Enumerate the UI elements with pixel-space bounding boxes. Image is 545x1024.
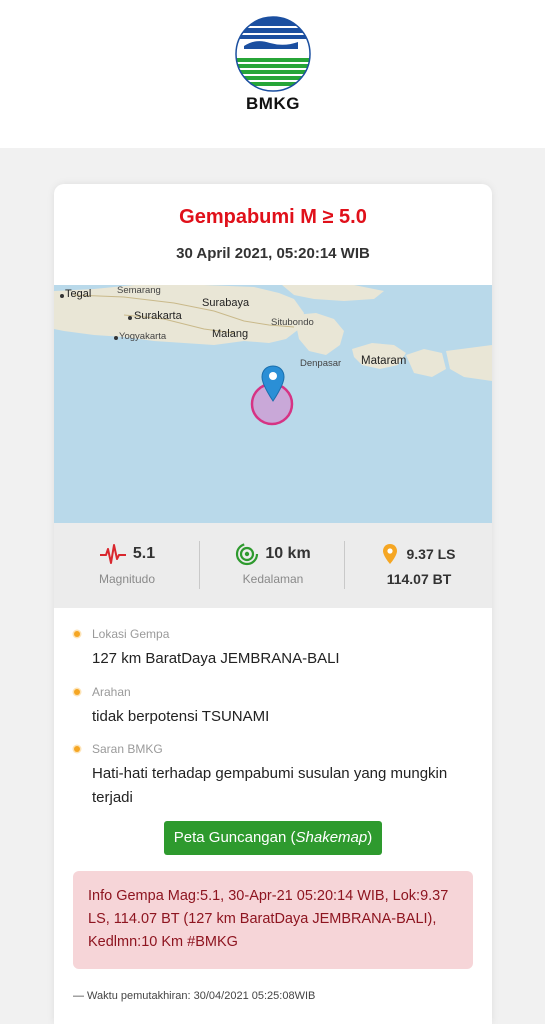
logo-text: BMKG (246, 94, 300, 113)
location-label: Lokasi Gempa (72, 627, 472, 641)
map-label-yogyakarta: Yogyakarta (119, 331, 167, 342)
earthquake-card: Gempabumi M ≥ 5.0 30 April 2021, 05:20:1… (54, 184, 492, 1024)
shakemap-button[interactable]: Peta Guncangan (Shakemap) (164, 821, 382, 855)
map-label-denpasar: Denpasar (300, 358, 342, 369)
shakemap-button-close: ) (367, 829, 373, 846)
alert-text: Info Gempa Mag:5.1, 30-Apr-21 05:20:14 W… (88, 888, 449, 950)
shakemap-button-italic: Shakemap (295, 829, 368, 846)
epicenter-map[interactable]: Tegal Semarang Surabaya Surakarta Yogyak… (54, 285, 492, 523)
location-info: Lokasi Gempa 127 km BaratDaya JEMBRANA-B… (72, 627, 472, 671)
bmkg-emblem-icon (235, 16, 311, 92)
coordinates-stat: 9.37 LS 114.07 BT (346, 541, 492, 587)
magnitude-stat: 5.1 Magnitudo (54, 541, 200, 586)
epicenter-rings-icon (236, 542, 259, 566)
depth-label: Kedalaman (242, 572, 304, 586)
magnitude-label: Magnitudo (98, 572, 156, 586)
longitude-value: 114.07 BT (386, 571, 452, 587)
map-label-mataram: Mataram (361, 355, 407, 367)
bmkg-logo: BMKG (234, 16, 312, 113)
stat-divider (344, 541, 345, 589)
quake-stats: 5.1 Magnitudo 10 km Kedalaman 9.37 LS 11… (54, 523, 492, 608)
map-label-tegal: Tegal (65, 288, 92, 300)
advice-label: Saran BMKG (72, 742, 472, 756)
location-value: 127 km BaratDaya JEMBRANA-BALI (92, 650, 340, 667)
latitude-value: 9.37 LS (406, 546, 456, 562)
map-label-semarang: Semarang (117, 285, 161, 296)
map-label-surakarta: Surakarta (134, 310, 182, 322)
advice-value: Hati-hati terhadap gempabumi susulan yan… (92, 765, 448, 806)
event-datetime: 30 April 2021, 05:20:14 WIB (176, 245, 370, 262)
update-timestamp: — Waktu pemutakhiran: 30/04/2021 05:25:0… (73, 990, 316, 1002)
page-title: Gempabumi M ≥ 5.0 (179, 206, 367, 228)
quake-info-alert: Info Gempa Mag:5.1, 30-Apr-21 05:20:14 W… (73, 871, 473, 969)
map-label-surabaya: Surabaya (202, 297, 250, 309)
seismograph-icon (99, 544, 126, 564)
epicenter-pin-icon[interactable] (261, 365, 285, 403)
magnitude-value: 5.1 (132, 545, 156, 562)
app-header: BMKG (0, 0, 545, 148)
depth-value: 10 km (265, 545, 311, 562)
depth-stat: 10 km Kedalaman (200, 541, 346, 586)
advice-info: Saran BMKG Hati-hati terhadap gempabumi … (72, 742, 472, 810)
direction-label: Arahan (72, 685, 472, 699)
location-pin-icon (383, 544, 398, 564)
map-label-malang: Malang (212, 328, 249, 340)
direction-value: tidak berpotensi TSUNAMI (92, 708, 270, 725)
direction-info: Arahan tidak berpotensi TSUNAMI (72, 685, 472, 729)
map-label-situbondo: Situbondo (271, 317, 314, 328)
shakemap-button-text: Peta Guncangan ( (173, 829, 296, 846)
